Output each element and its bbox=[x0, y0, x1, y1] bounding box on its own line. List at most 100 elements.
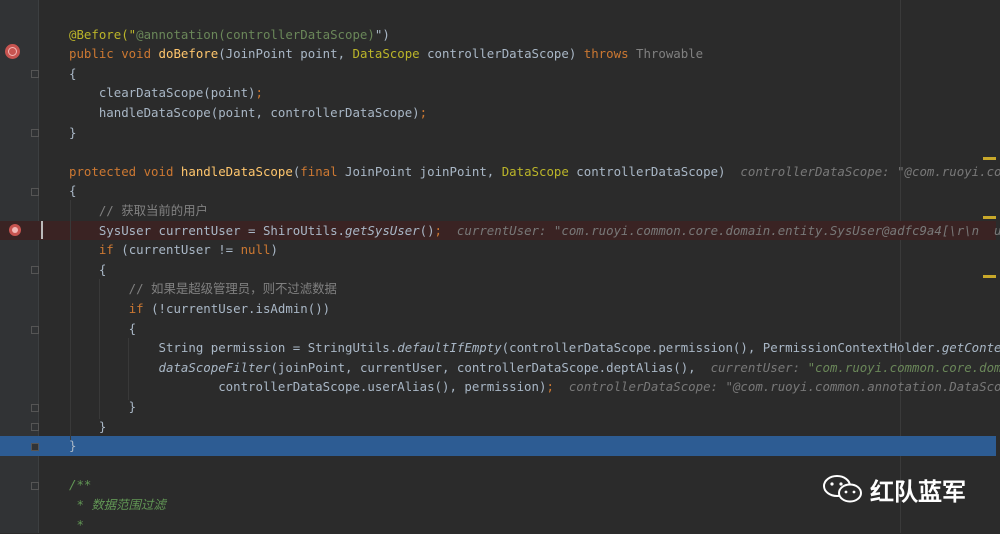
code-token: * 数据范围过滤 bbox=[69, 497, 166, 512]
code-token: controllerDataScope.userAlias(), permiss… bbox=[69, 379, 546, 394]
code-text: clearDataScope(point); bbox=[69, 83, 263, 103]
code-line[interactable]: clearDataScope(point); bbox=[0, 83, 996, 103]
code-line[interactable]: if (currentUser != null) bbox=[0, 240, 996, 260]
code-token bbox=[69, 360, 159, 375]
code-text: handleDataScope(point, controllerDataSco… bbox=[69, 103, 427, 123]
code-line[interactable]: String permission = StringUtils.defaultI… bbox=[0, 338, 996, 358]
code-text: controllerDataScope.userAlias(), permiss… bbox=[69, 377, 1000, 397]
code-text: if (!currentUser.isAdmin()) bbox=[69, 299, 330, 319]
code-editor[interactable]: @Before("@annotation(controllerDataScope… bbox=[0, 0, 1000, 533]
code-token: // 获取当前的用户 bbox=[69, 203, 208, 218]
code-token: /** bbox=[69, 477, 91, 492]
wechat-icon bbox=[822, 474, 864, 504]
watermark-text: 红队蓝军 bbox=[870, 472, 966, 507]
fold-marker-icon[interactable] bbox=[31, 404, 39, 412]
code-line[interactable]: @Before("@annotation(controllerDataScope… bbox=[0, 25, 996, 45]
code-token: // 如果是超级管理员，则不过滤数据 bbox=[69, 281, 337, 296]
scrollbar-marker[interactable] bbox=[983, 275, 996, 278]
code-line[interactable]: { bbox=[0, 319, 996, 339]
code-text: { bbox=[69, 181, 76, 201]
code-token: "@com.ruoyi.common bbox=[897, 164, 1000, 179]
code-token: if bbox=[99, 242, 121, 257]
code-token: ) bbox=[270, 242, 277, 257]
code-token: (currentUser != bbox=[121, 242, 240, 257]
fold-marker-icon[interactable] bbox=[31, 443, 39, 451]
code-line[interactable]: { bbox=[0, 64, 996, 84]
code-text: protected void handleDataScope(final Joi… bbox=[69, 162, 1000, 182]
code-text: // 获取当前的用户 bbox=[69, 201, 208, 221]
code-line[interactable]: // 如果是超级管理员，则不过滤数据 bbox=[0, 279, 996, 299]
code-token: SysUser currentUser = ShiroUtils. bbox=[69, 223, 345, 238]
code-line[interactable]: * bbox=[0, 515, 996, 534]
code-line[interactable] bbox=[0, 142, 996, 162]
code-line[interactable]: } bbox=[0, 417, 996, 437]
code-line[interactable]: { bbox=[0, 260, 996, 280]
indent-guide bbox=[70, 200, 71, 440]
breakpoint-method-icon[interactable] bbox=[5, 44, 20, 59]
code-token: controllerDataScope: "@com.ruoyi.common.… bbox=[554, 379, 1000, 394]
fold-marker-icon[interactable] bbox=[31, 423, 39, 431]
code-line[interactable]: } bbox=[0, 397, 996, 417]
code-token: (joinPoint, currentUser, controllerDataS… bbox=[270, 360, 710, 375]
code-text: } bbox=[69, 397, 136, 417]
code-line[interactable]: { bbox=[0, 181, 996, 201]
code-token: ; bbox=[435, 223, 442, 238]
code-text: @Before("@annotation(controllerDataScope… bbox=[69, 25, 390, 45]
code-line[interactable]: handleDataScope(point, controllerDataSco… bbox=[0, 103, 996, 123]
scrollbar-marker[interactable] bbox=[983, 157, 996, 160]
code-text: { bbox=[69, 260, 106, 280]
indent-guide bbox=[99, 279, 100, 419]
code-text: /** bbox=[69, 475, 91, 495]
code-line[interactable]: protected void handleDataScope(final Joi… bbox=[0, 162, 996, 182]
code-token: doBefore bbox=[159, 46, 219, 61]
code-token: currentUser: "com.ruoyi.common.core.doma… bbox=[442, 223, 1000, 238]
code-token: handleDataScope bbox=[181, 164, 293, 179]
code-line[interactable]: controllerDataScope.userAlias(), permiss… bbox=[0, 377, 996, 397]
code-token: * bbox=[69, 517, 84, 532]
watermark: 红队蓝军 bbox=[822, 472, 966, 506]
fold-marker-icon[interactable] bbox=[31, 266, 39, 274]
code-token: public void bbox=[69, 46, 159, 61]
fold-marker-icon[interactable] bbox=[31, 326, 39, 334]
code-line[interactable]: public void doBefore(JoinPoint point, Da… bbox=[0, 44, 996, 64]
scrollbar-marker[interactable] bbox=[983, 216, 996, 219]
code-token: { bbox=[69, 183, 76, 198]
code-text: { bbox=[69, 64, 76, 84]
code-token: getSysUser bbox=[345, 223, 420, 238]
fold-marker-icon[interactable] bbox=[31, 482, 39, 490]
code-token: } bbox=[69, 419, 106, 434]
code-token: controllerDataScope: bbox=[740, 164, 897, 179]
code-line[interactable]: if (!currentUser.isAdmin()) bbox=[0, 299, 996, 319]
code-token: if bbox=[129, 301, 151, 316]
code-token: @annotation(controllerDataScope) bbox=[136, 27, 375, 42]
code-text: dataScopeFilter(joinPoint, currentUser, … bbox=[69, 358, 1000, 378]
code-text: SysUser currentUser = ShiroUtils.getSysU… bbox=[69, 221, 1000, 241]
code-token: } bbox=[69, 125, 76, 140]
code-token: throws bbox=[584, 46, 636, 61]
code-token: { bbox=[69, 321, 136, 336]
code-text: * 数据范围过滤 bbox=[69, 495, 166, 515]
code-line[interactable]: } bbox=[0, 436, 996, 456]
fold-marker-icon[interactable] bbox=[31, 129, 39, 137]
code-token: clearDataScope(point) bbox=[69, 85, 256, 100]
code-token: () bbox=[420, 223, 435, 238]
code-token: ; bbox=[420, 105, 427, 120]
code-text: } bbox=[69, 417, 106, 437]
fold-marker-icon[interactable] bbox=[31, 188, 39, 196]
fold-marker-icon[interactable] bbox=[31, 70, 39, 78]
code-token: handleDataScope(point, controllerDataSco… bbox=[69, 105, 420, 120]
code-token: protected void bbox=[69, 164, 181, 179]
text-caret bbox=[41, 221, 43, 239]
code-token: null bbox=[241, 242, 271, 257]
code-token: String permission = StringUtils. bbox=[69, 340, 397, 355]
code-line[interactable]: } bbox=[0, 123, 996, 143]
breakpoint-icon[interactable] bbox=[9, 224, 21, 236]
code-token: ; bbox=[256, 85, 263, 100]
code-line[interactable]: dataScopeFilter(joinPoint, currentUser, … bbox=[0, 358, 996, 378]
code-token: controllerDataScope) bbox=[569, 164, 741, 179]
code-line[interactable]: SysUser currentUser = ShiroUtils.getSysU… bbox=[0, 221, 996, 241]
code-token: "com.ruoyi.common.core.domain. bbox=[808, 360, 1000, 375]
code-token: { bbox=[69, 262, 106, 277]
code-line[interactable]: // 获取当前的用户 bbox=[0, 201, 996, 221]
code-token: controllerDataScope) bbox=[420, 46, 584, 61]
